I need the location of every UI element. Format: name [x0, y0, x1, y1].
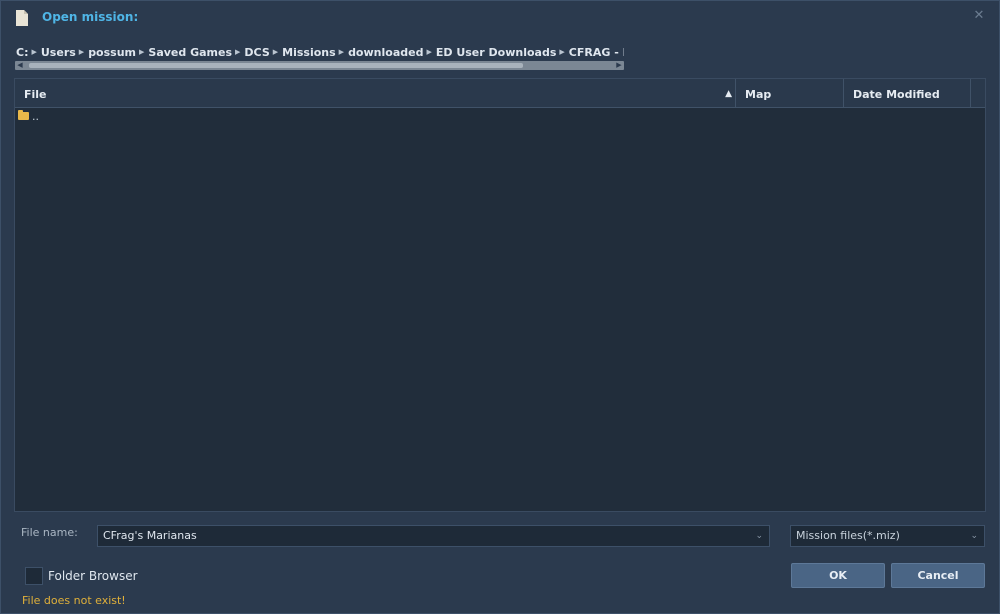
- chevron-right-icon: ▶: [139, 48, 145, 56]
- breadcrumb-item[interactable]: Users ▶: [41, 46, 88, 59]
- column-header-file[interactable]: File ▲: [15, 79, 736, 107]
- document-icon: [16, 10, 28, 26]
- folder-browser-checkbox[interactable]: [25, 567, 43, 585]
- breadcrumb-item[interactable]: DCS ▶: [244, 46, 282, 59]
- chevron-right-icon: ▶: [559, 48, 565, 56]
- breadcrumb: C: ▶ Users ▶ possum ▶ Saved Games ▶ DCS ▶ Mis…: [16, 44, 624, 60]
- close-icon[interactable]: ✕: [972, 9, 986, 23]
- scroll-right-icon[interactable]: ▶: [614, 61, 624, 70]
- breadcrumb-item[interactable]: Saved Games ▶: [148, 46, 244, 59]
- file-name-label: File name:: [21, 526, 78, 539]
- chevron-right-icon: ▶: [78, 48, 85, 56]
- chevron-right-icon: ▶: [426, 48, 432, 56]
- error-message: File does not exist!: [22, 594, 126, 607]
- file-type-select[interactable]: Mission files(*.miz) ⌄: [790, 525, 985, 547]
- breadcrumb-item[interactable]: downloaded ▶: [348, 46, 436, 59]
- chevron-down-icon[interactable]: ⌄: [755, 526, 763, 546]
- scrollbar-thumb[interactable]: [29, 63, 523, 68]
- list-item-label: ..: [32, 109, 39, 123]
- chevron-right-icon: ▶: [235, 48, 241, 56]
- breadcrumb-item[interactable]: CFRAG - Proving Grou: [569, 46, 624, 59]
- breadcrumb-item[interactable]: Missions ▶: [282, 46, 348, 59]
- chevron-right-icon: ▶: [272, 48, 279, 56]
- breadcrumb-scrollbar[interactable]: ◀ ▶: [15, 61, 624, 70]
- dialog-title: Open mission:: [42, 10, 139, 24]
- scroll-left-icon[interactable]: ◀: [15, 61, 25, 70]
- file-list-header: File ▲ Map Date Modified: [15, 79, 985, 108]
- column-header-map[interactable]: Map: [736, 79, 844, 107]
- chevron-right-icon: ▶: [31, 48, 37, 56]
- open-mission-dialog: Open mission: ✕ C: ▶ Users ▶ possum ▶ Saved…: [0, 0, 1000, 614]
- sort-ascending-icon: ▲: [725, 89, 732, 99]
- chevron-down-icon[interactable]: ⌄: [970, 526, 978, 546]
- breadcrumb-item[interactable]: ED User Downloads ▶: [436, 46, 569, 59]
- chevron-right-icon: ▶: [338, 48, 345, 56]
- breadcrumb-item[interactable]: C: ▶: [16, 46, 41, 59]
- breadcrumb-item[interactable]: possum ▶: [88, 46, 148, 59]
- list-item[interactable]: ..: [18, 109, 39, 123]
- folder-browser-label: Folder Browser: [48, 569, 138, 583]
- cancel-button[interactable]: Cancel: [891, 563, 985, 588]
- file-name-input[interactable]: CFrag's Marianas ⌄: [97, 525, 770, 547]
- column-header-date-modified[interactable]: Date Modified: [844, 79, 971, 107]
- ok-button[interactable]: OK: [791, 563, 885, 588]
- file-list[interactable]: File ▲ Map Date Modified ..: [14, 78, 986, 512]
- folder-icon: [18, 110, 29, 120]
